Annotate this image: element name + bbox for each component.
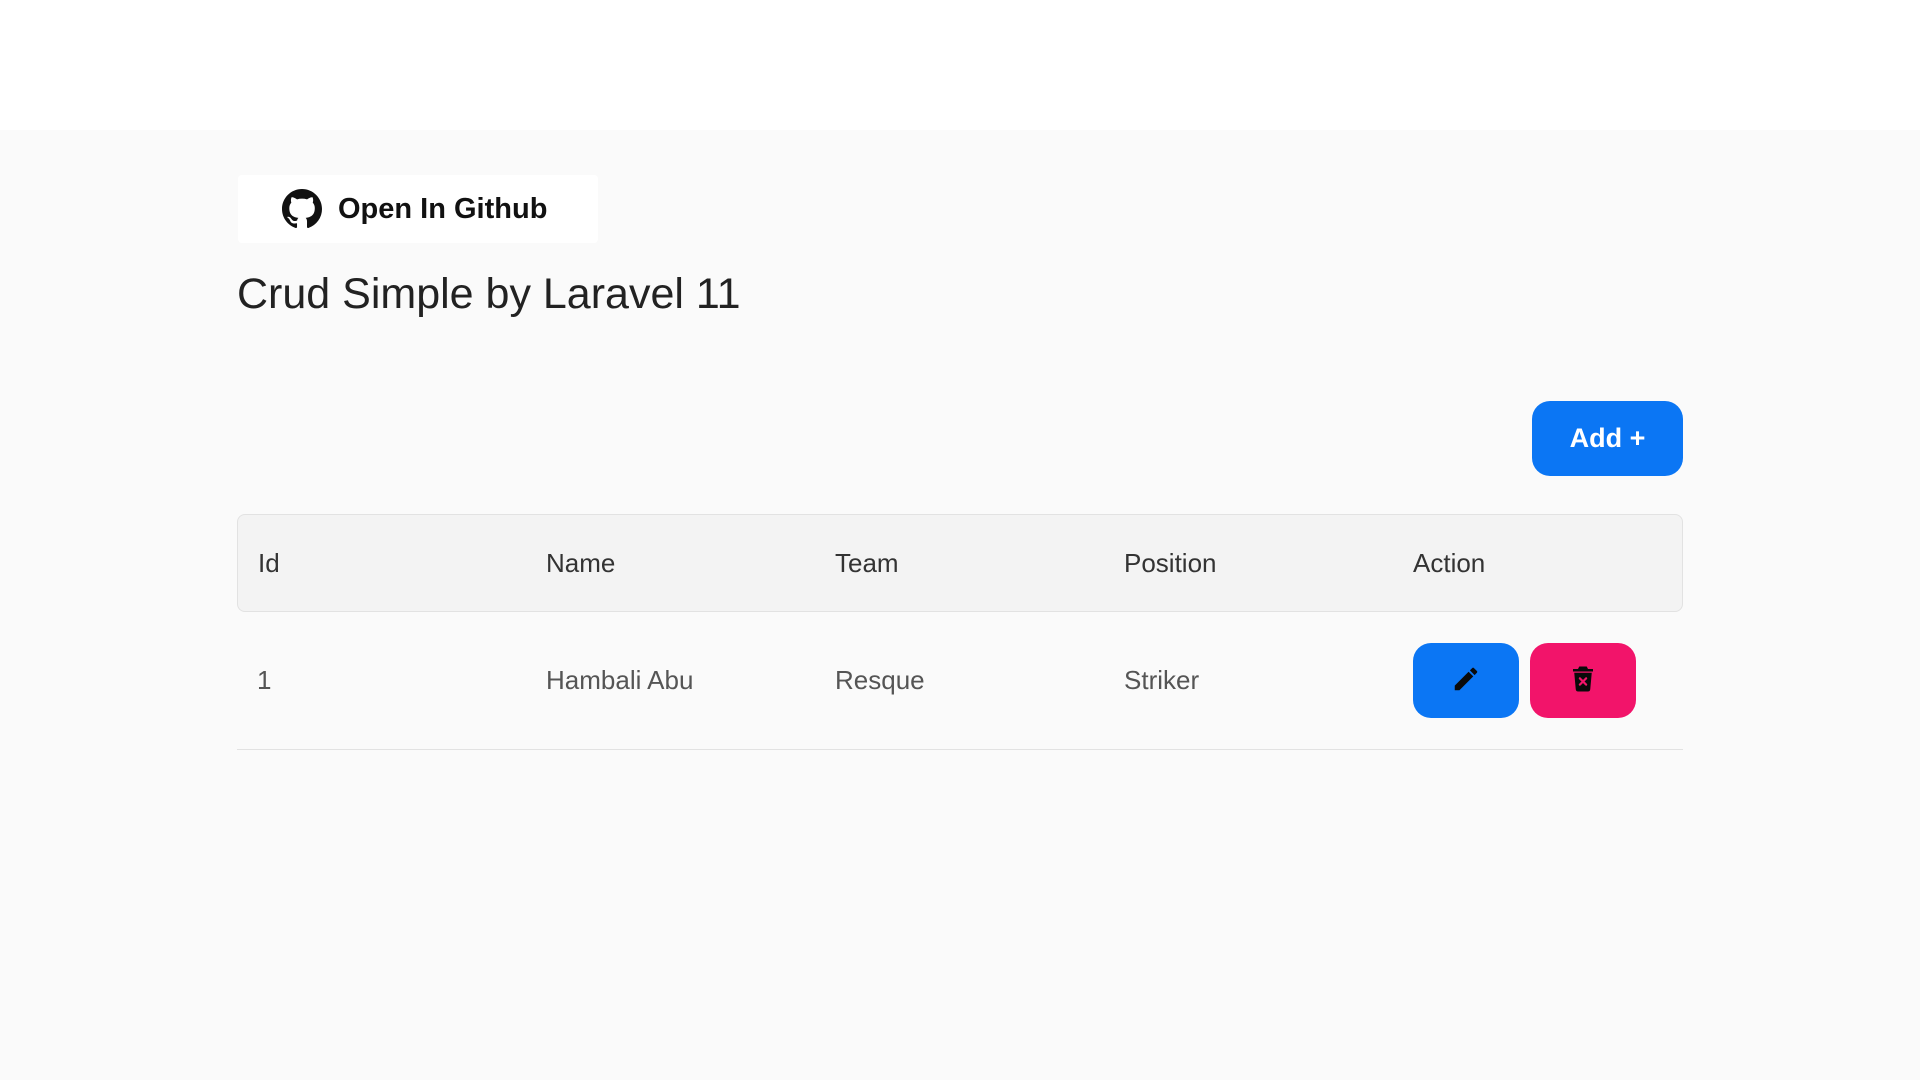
table-body: 1 Hambali Abu Resque Striker: [237, 612, 1683, 750]
column-header-team: Team: [815, 514, 1104, 612]
players-table-container: Id Name Team Position Action 1 Hambali A…: [237, 514, 1683, 750]
add-button[interactable]: Add +: [1532, 401, 1683, 476]
delete-button[interactable]: [1530, 643, 1637, 718]
column-header-action: Action: [1393, 514, 1683, 612]
column-header-name: Name: [526, 514, 815, 612]
cell-id: 1: [237, 612, 526, 750]
cell-position: Striker: [1104, 612, 1393, 750]
pencil-icon: [1451, 664, 1481, 697]
cell-name: Hambali Abu: [526, 612, 815, 750]
top-bar: [0, 0, 1920, 130]
trash-icon: [1568, 664, 1598, 697]
table-header-row: Id Name Team Position Action: [237, 514, 1683, 612]
page-title: Crud Simple by Laravel 11: [237, 270, 741, 318]
table-header: Id Name Team Position Action: [237, 514, 1683, 612]
open-in-github-button[interactable]: Open In Github: [238, 175, 598, 243]
players-table: Id Name Team Position Action 1 Hambali A…: [237, 514, 1683, 750]
cell-actions: [1393, 612, 1683, 750]
github-icon: [282, 189, 322, 229]
column-header-id: Id: [237, 514, 526, 612]
table-row: 1 Hambali Abu Resque Striker: [237, 612, 1683, 750]
cell-team: Resque: [815, 612, 1104, 750]
page-content: Open In Github Crud Simple by Laravel 11…: [0, 130, 1920, 1080]
column-header-position: Position: [1104, 514, 1393, 612]
open-in-github-label: Open In Github: [338, 192, 548, 225]
edit-button[interactable]: [1413, 643, 1519, 718]
